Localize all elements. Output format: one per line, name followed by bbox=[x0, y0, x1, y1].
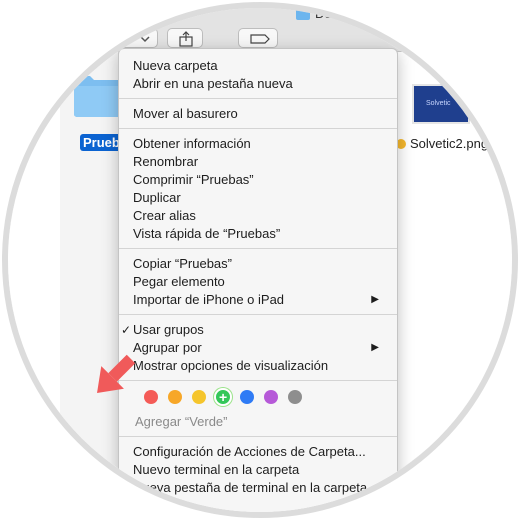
menu-item-label: Nueva pestaña de terminal en la carpeta bbox=[133, 480, 368, 495]
menu-item-label: Mostrar opciones de visualización bbox=[133, 358, 329, 373]
chevron-down-icon bbox=[140, 36, 150, 43]
menu-item-vista-rapida[interactable]: Vista rápida de “Pruebas” bbox=[133, 225, 387, 243]
menu-separator bbox=[119, 128, 397, 129]
menu-item-label: Vista rápida de “Pruebas” bbox=[133, 226, 281, 241]
menu-item-label: Agrupar por bbox=[133, 340, 202, 355]
menu-item-label: Obtener información bbox=[133, 136, 251, 151]
menu-item-label: Importar de iPhone o iPad bbox=[133, 292, 285, 307]
menu-item-crear-alias[interactable]: Crear alias bbox=[133, 207, 387, 225]
folder-icon bbox=[296, 8, 310, 20]
plus-icon: + bbox=[219, 389, 228, 405]
selected-item-label[interactable]: Prueb bbox=[80, 134, 123, 151]
share-button[interactable] bbox=[167, 28, 203, 48]
tag-yellow[interactable] bbox=[192, 390, 206, 404]
submenu-arrow-icon: ▶ bbox=[371, 342, 379, 353]
image-thumbnail[interactable]: Solvetic bbox=[412, 84, 470, 124]
menu-item-label: Mover al basurero bbox=[133, 106, 238, 121]
menu-item-label: Nueva carpeta bbox=[133, 58, 218, 73]
finder-window: De Prueb Solvetic Solvetic2.png Nueva ca… bbox=[8, 6, 512, 512]
menu-separator bbox=[119, 436, 397, 437]
menu-item-usar-grupos[interactable]: ✓ Usar grupos bbox=[121, 321, 387, 339]
pointer-arrow-icon bbox=[97, 354, 136, 393]
checkmark-icon: ✓ bbox=[121, 323, 132, 337]
tag-blue[interactable] bbox=[240, 390, 254, 404]
tag-red[interactable] bbox=[144, 390, 158, 404]
share-icon bbox=[179, 31, 193, 47]
menu-item-label: Comprimir “Pruebas” bbox=[133, 172, 254, 187]
menu-item-mover-basurero[interactable]: Mover al basurero bbox=[133, 105, 387, 123]
tag-hint: Agregar “Verde” bbox=[135, 414, 228, 429]
menu-item-opciones-visualizacion[interactable]: Mostrar opciones de visualización bbox=[133, 357, 387, 375]
menu-item-pegar[interactable]: Pegar elemento bbox=[133, 273, 387, 291]
menu-item-nueva-pestana-terminal[interactable]: Nueva pestaña de terminal en la carpeta bbox=[133, 479, 387, 497]
menu-item-label: Configuración de Acciones de Carpeta... bbox=[133, 444, 366, 459]
path-label: De bbox=[315, 6, 332, 21]
menu-item-comprimir[interactable]: Comprimir “Pruebas” bbox=[133, 171, 387, 189]
file-label[interactable]: Solvetic2.png bbox=[410, 136, 488, 151]
menu-item-label: Duplicar bbox=[133, 190, 181, 205]
folder-icon[interactable] bbox=[72, 72, 124, 118]
tag-orange[interactable] bbox=[168, 390, 182, 404]
view-options-button[interactable] bbox=[100, 28, 158, 48]
menu-item-nueva-carpeta[interactable]: Nueva carpeta bbox=[133, 57, 387, 75]
menu-item-copiar[interactable]: Copiar “Pruebas” bbox=[133, 255, 387, 273]
menu-item-duplicar[interactable]: Duplicar bbox=[133, 189, 387, 207]
menu-separator bbox=[119, 380, 397, 381]
menu-separator bbox=[119, 314, 397, 315]
submenu-arrow-icon: ▶ bbox=[371, 294, 379, 305]
menu-item-importar-iphone[interactable]: Importar de iPhone o iPad ▶ bbox=[133, 291, 387, 309]
menu-item-renombrar[interactable]: Renombrar bbox=[133, 153, 387, 171]
menu-item-label: Renombrar bbox=[133, 154, 199, 169]
magnifier-circle: De Prueb Solvetic Solvetic2.png Nueva ca… bbox=[2, 2, 518, 518]
menu-item-label: Pegar elemento bbox=[133, 274, 225, 289]
tag-green[interactable]: + bbox=[214, 388, 232, 406]
menu-item-label: Nuevo terminal en la carpeta bbox=[133, 462, 300, 477]
tag-gray[interactable] bbox=[288, 390, 302, 404]
menu-item-label: Usar grupos bbox=[133, 322, 204, 337]
menu-item-label: Abrir en una pestaña nueva bbox=[133, 76, 293, 91]
context-menu: Nueva carpeta Abrir en una pestaña nueva… bbox=[118, 48, 398, 512]
menu-item-label: Crear alias bbox=[133, 208, 196, 223]
menu-separator bbox=[119, 98, 397, 99]
menu-item-label: Copiar “Pruebas” bbox=[133, 256, 232, 271]
menu-item-agrupar-por[interactable]: Agrupar por ▶ bbox=[133, 339, 387, 357]
finder-toolbar: De bbox=[8, 6, 512, 52]
menu-item-acciones-carpeta[interactable]: Configuración de Acciones de Carpeta... bbox=[133, 443, 387, 461]
menu-item-nuevo-terminal[interactable]: Nuevo terminal en la carpeta bbox=[133, 461, 387, 479]
menu-item-abrir-pestana[interactable]: Abrir en una pestaña nueva bbox=[133, 75, 387, 93]
tag-button[interactable] bbox=[238, 28, 278, 48]
thumbnail-text: Solvetic bbox=[426, 100, 451, 107]
tag-purple[interactable] bbox=[264, 390, 278, 404]
tag-icon bbox=[250, 34, 270, 44]
menu-item-obtener-informacion[interactable]: Obtener información bbox=[133, 135, 387, 153]
menu-separator bbox=[119, 248, 397, 249]
